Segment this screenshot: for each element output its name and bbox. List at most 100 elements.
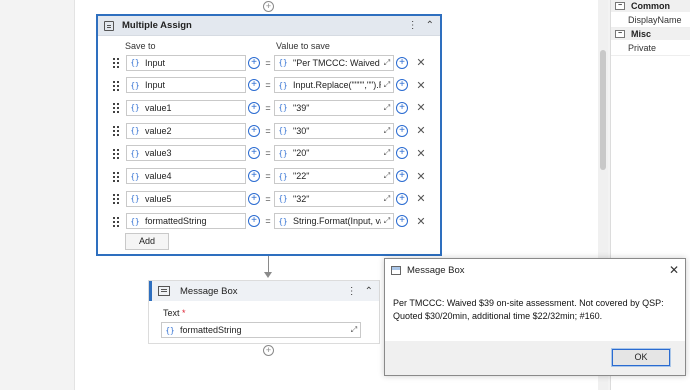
save-to-value: value4 [145, 171, 172, 181]
value-input[interactable]: {} "Per TMCCC: Waived $ ⤢ [274, 54, 394, 71]
message-box-title: Message Box [180, 285, 238, 297]
value-input[interactable]: {} String.Format(Input, va ⤢ [274, 213, 394, 230]
variable-picker-icon[interactable]: + [248, 192, 260, 205]
ok-button[interactable]: OK [611, 348, 671, 367]
save-to-value: Input [145, 57, 166, 68]
expression-icon: {} [278, 58, 288, 67]
value-text: "20" [293, 148, 310, 159]
drag-handle-icon[interactable] [112, 57, 120, 68]
value-text: "Per TMCCC: Waived $ [293, 57, 381, 68]
drag-handle-icon[interactable] [112, 193, 120, 205]
value-picker-icon[interactable]: + [396, 215, 408, 228]
collapse-icon[interactable]: ⌃ [426, 20, 434, 31]
assign-row: {} value1 + ={} "39" ⤢ + ✕ [112, 99, 428, 116]
save-to-value: value1 [145, 102, 172, 113]
expression-icon: {} [278, 80, 288, 90]
text-input[interactable]: {} formattedString ⤢ [161, 322, 361, 338]
collapse-icon[interactable]: ⌃ [365, 286, 373, 297]
variable-picker-icon[interactable]: + [248, 170, 260, 182]
drag-handle-icon[interactable] [112, 170, 120, 182]
expand-editor-icon[interactable]: ⤢ [381, 194, 393, 204]
value-picker-icon[interactable]: + [396, 101, 408, 114]
value-picker-icon[interactable]: + [396, 147, 408, 160]
expand-editor-icon[interactable]: ⤢ [381, 148, 393, 158]
property-displayname[interactable]: DisplayName [611, 12, 690, 28]
save-to-input[interactable]: {} value3 [126, 145, 246, 162]
delete-row-icon[interactable]: ✕ [414, 79, 428, 92]
value-input[interactable]: {} "32" ⤢ [274, 190, 394, 207]
multiple-assign-header[interactable]: Multiple Assign ⋮ ⌃ [98, 16, 440, 36]
collapse-toggle-icon[interactable]: − [615, 2, 625, 10]
property-group-common[interactable]: − Common [611, 0, 690, 12]
collapse-toggle-icon[interactable]: − [615, 30, 625, 38]
value-input[interactable]: {} "39" ⤢ [274, 99, 394, 116]
value-input[interactable]: {} "20" ⤢ [274, 145, 394, 162]
scrollbar-thumb[interactable] [600, 50, 606, 170]
save-to-input[interactable]: {} value1 [126, 99, 246, 116]
multiple-assign-activity[interactable]: Multiple Assign ⋮ ⌃ Save to Value to sav… [96, 14, 442, 256]
value-picker-icon[interactable]: + [396, 79, 408, 92]
multiple-assign-icon [104, 20, 114, 31]
add-assignment-button[interactable]: Add [125, 233, 169, 250]
drag-handle-icon[interactable] [112, 125, 120, 137]
value-input[interactable]: {} Input.Replace("""","").Re ⤢ [274, 77, 394, 94]
dialog-message: Per TMCCC: Waived $39 on-site assessment… [393, 298, 664, 321]
assign-row: {} value4 + ={} "22" ⤢ + ✕ [112, 168, 428, 185]
value-picker-icon[interactable]: + [396, 192, 408, 205]
expression-icon: {} [130, 194, 140, 204]
value-picker-icon[interactable]: + [396, 56, 408, 69]
variable-picker-icon[interactable]: + [248, 79, 260, 92]
save-to-input[interactable]: {} value5 [126, 190, 246, 207]
expand-editor-icon[interactable]: ⤢ [381, 80, 393, 90]
drag-handle-icon[interactable] [112, 102, 120, 114]
value-picker-icon[interactable]: + [396, 124, 408, 137]
save-to-input[interactable]: {} Input [126, 77, 246, 94]
expand-editor-icon[interactable]: ⤢ [381, 58, 393, 68]
expand-editor-icon[interactable]: ⤢ [381, 103, 393, 113]
drag-handle-icon[interactable] [112, 215, 120, 227]
variable-picker-icon[interactable]: + [248, 215, 260, 228]
property-group-misc[interactable]: − Misc [611, 28, 690, 40]
delete-row-icon[interactable]: ✕ [414, 147, 428, 160]
expression-icon: {} [278, 216, 288, 226]
save-to-input[interactable]: {} formattedString [126, 213, 246, 230]
drag-handle-icon[interactable] [112, 79, 120, 91]
close-icon[interactable]: ✕ [663, 263, 685, 277]
insert-activity-top-icon[interactable]: + [263, 1, 274, 12]
delete-row-icon[interactable]: ✕ [414, 192, 428, 205]
variable-picker-icon[interactable]: + [248, 101, 260, 114]
save-to-input[interactable]: {} value4 [126, 168, 246, 184]
save-to-input[interactable]: {} value2 [126, 122, 246, 139]
drag-handle-icon[interactable] [112, 147, 120, 159]
delete-row-icon[interactable]: ✕ [414, 170, 428, 183]
variable-picker-icon[interactable]: + [248, 124, 260, 137]
save-to-value: Input [145, 80, 166, 91]
value-input[interactable]: {} "30" ⤢ [274, 122, 394, 139]
delete-row-icon[interactable]: ✕ [414, 56, 428, 69]
insert-activity-bottom-icon[interactable]: + [263, 345, 274, 356]
value-picker-icon[interactable]: + [396, 170, 408, 182]
delete-row-icon[interactable]: ✕ [414, 215, 428, 228]
expand-editor-icon[interactable]: ⤢ [381, 171, 393, 181]
message-box-header[interactable]: Message Box ⋮ ⌃ [149, 281, 379, 301]
expand-editor-icon[interactable]: ⤢ [381, 216, 393, 226]
variable-picker-icon[interactable]: + [248, 147, 260, 160]
message-box-dialog: Message Box ✕ Per TMCCC: Waived $39 on-s… [384, 258, 686, 376]
delete-row-icon[interactable]: ✕ [414, 101, 428, 114]
property-private[interactable]: Private [611, 40, 690, 56]
activity-menu-icon[interactable]: ⋮ [408, 20, 418, 31]
activity-menu-icon[interactable]: ⋮ [347, 286, 357, 297]
save-to-header: Save to [125, 41, 156, 51]
equals-sign: = [265, 80, 271, 91]
required-marker: * [182, 308, 186, 318]
value-text: String.Format(Input, va [293, 216, 381, 227]
expand-editor-icon[interactable]: ⤢ [381, 126, 393, 136]
delete-row-icon[interactable]: ✕ [414, 124, 428, 137]
message-box-activity[interactable]: Message Box ⋮ ⌃ Text * {} formattedStrin… [148, 280, 380, 344]
dialog-titlebar[interactable]: Message Box ✕ [385, 259, 685, 281]
expand-editor-icon[interactable]: ⤢ [348, 325, 360, 335]
value-input[interactable]: {} "22" ⤢ [274, 168, 394, 184]
variable-picker-icon[interactable]: + [248, 56, 260, 69]
save-to-input[interactable]: {} Input [126, 54, 246, 71]
expression-icon: {} [130, 148, 140, 158]
